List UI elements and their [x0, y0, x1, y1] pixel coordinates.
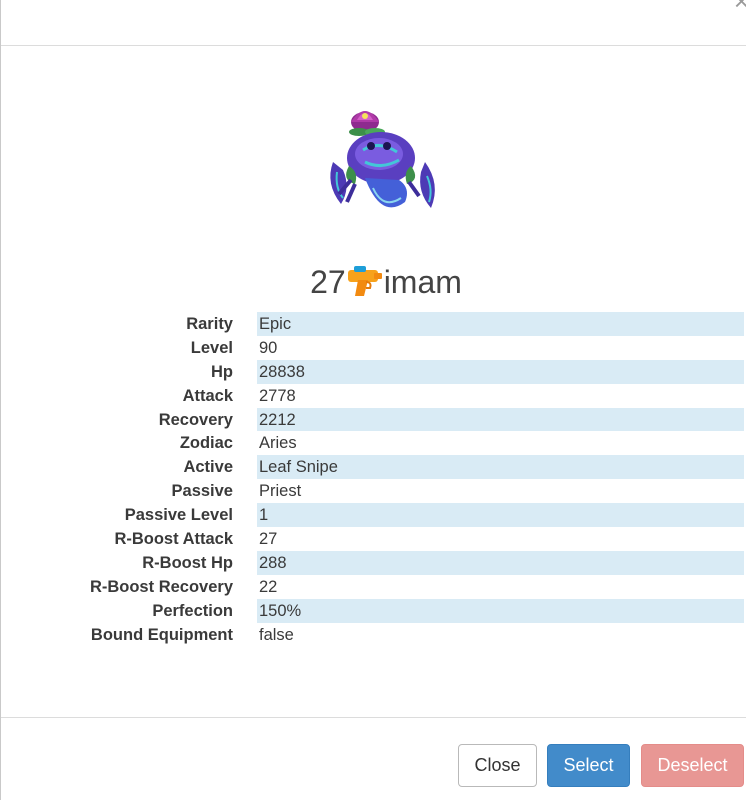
stat-value: 90	[259, 338, 278, 357]
pet-title: 27 imam	[1, 262, 746, 302]
stat-row-recovery: Recovery 2212	[1, 407, 746, 432]
stat-row-zodiac: Zodiac Aries	[1, 431, 746, 455]
stat-label: R-Boost Recovery	[89, 577, 233, 596]
close-icon[interactable]: ×	[734, 0, 746, 14]
water-pistol-icon	[346, 264, 384, 298]
lotus-crab-creature-icon	[330, 111, 435, 208]
stat-value: 22	[259, 577, 278, 596]
stat-row-rboost-recovery: R-Boost Recovery 22	[1, 575, 746, 599]
modal-header: ×	[1, 0, 746, 46]
select-button[interactable]: Select	[547, 744, 630, 787]
close-button[interactable]: Close	[458, 744, 537, 787]
stat-row-rboost-hp: R-Boost Hp 288	[1, 550, 746, 575]
stat-value: 288	[257, 550, 744, 575]
stat-row-active: Active Leaf Snipe	[1, 455, 746, 480]
stat-label: R-Boost Hp	[142, 553, 233, 572]
stat-row-hp: Hp 28838	[1, 359, 746, 384]
stat-label: Attack	[182, 386, 233, 405]
stat-value: Epic	[257, 312, 744, 336]
stat-row-rarity: Rarity Epic	[1, 312, 746, 336]
stat-value: 2778	[259, 386, 296, 405]
stat-value: Leaf Snipe	[257, 455, 744, 480]
stat-label: Passive Level	[124, 506, 233, 525]
stat-row-attack: Attack 2778	[1, 384, 746, 408]
deselect-button[interactable]: Deselect	[641, 744, 744, 787]
stat-value: 28838	[257, 359, 744, 384]
pet-stats-table: Rarity Epic Level 90 Hp 28838 Attack 277…	[1, 312, 746, 646]
stat-label: Perfection	[152, 601, 233, 620]
stat-row-rboost-attack: R-Boost Attack 27	[1, 527, 746, 551]
stat-row-perfection: Perfection 150%	[1, 598, 746, 623]
stat-value: Priest	[259, 482, 302, 501]
modal-footer: Close Select Deselect	[1, 717, 746, 800]
stat-label: Active	[183, 458, 233, 477]
stat-label: Rarity	[186, 315, 233, 333]
pet-image	[321, 92, 447, 226]
stat-value: 27	[259, 530, 278, 549]
stat-value: false	[259, 625, 294, 644]
stat-row-level: Level 90	[1, 336, 746, 360]
stat-value: Aries	[259, 434, 297, 453]
stat-label: Level	[190, 338, 233, 357]
pet-title-name: imam	[383, 264, 462, 300]
stat-row-bound-equipment: Bound Equipment false	[1, 623, 746, 647]
stat-value: 2212	[257, 407, 744, 432]
stat-label: Recovery	[158, 410, 233, 429]
stat-label: R-Boost Attack	[114, 530, 233, 549]
pet-detail-modal: × 27 imam Rarity Epic Level 90 Hp 28838 …	[0, 0, 746, 800]
stat-value: 150%	[257, 598, 744, 623]
stat-row-passive-level: Passive Level 1	[1, 503, 746, 528]
stat-label: Zodiac	[179, 434, 233, 453]
stat-row-passive: Passive Priest	[1, 479, 746, 503]
pet-title-number: 27	[310, 264, 346, 300]
stat-label: Hp	[211, 362, 233, 381]
stat-value: 1	[257, 503, 744, 528]
stat-label: Passive	[171, 482, 233, 501]
stat-label: Bound Equipment	[90, 625, 233, 644]
